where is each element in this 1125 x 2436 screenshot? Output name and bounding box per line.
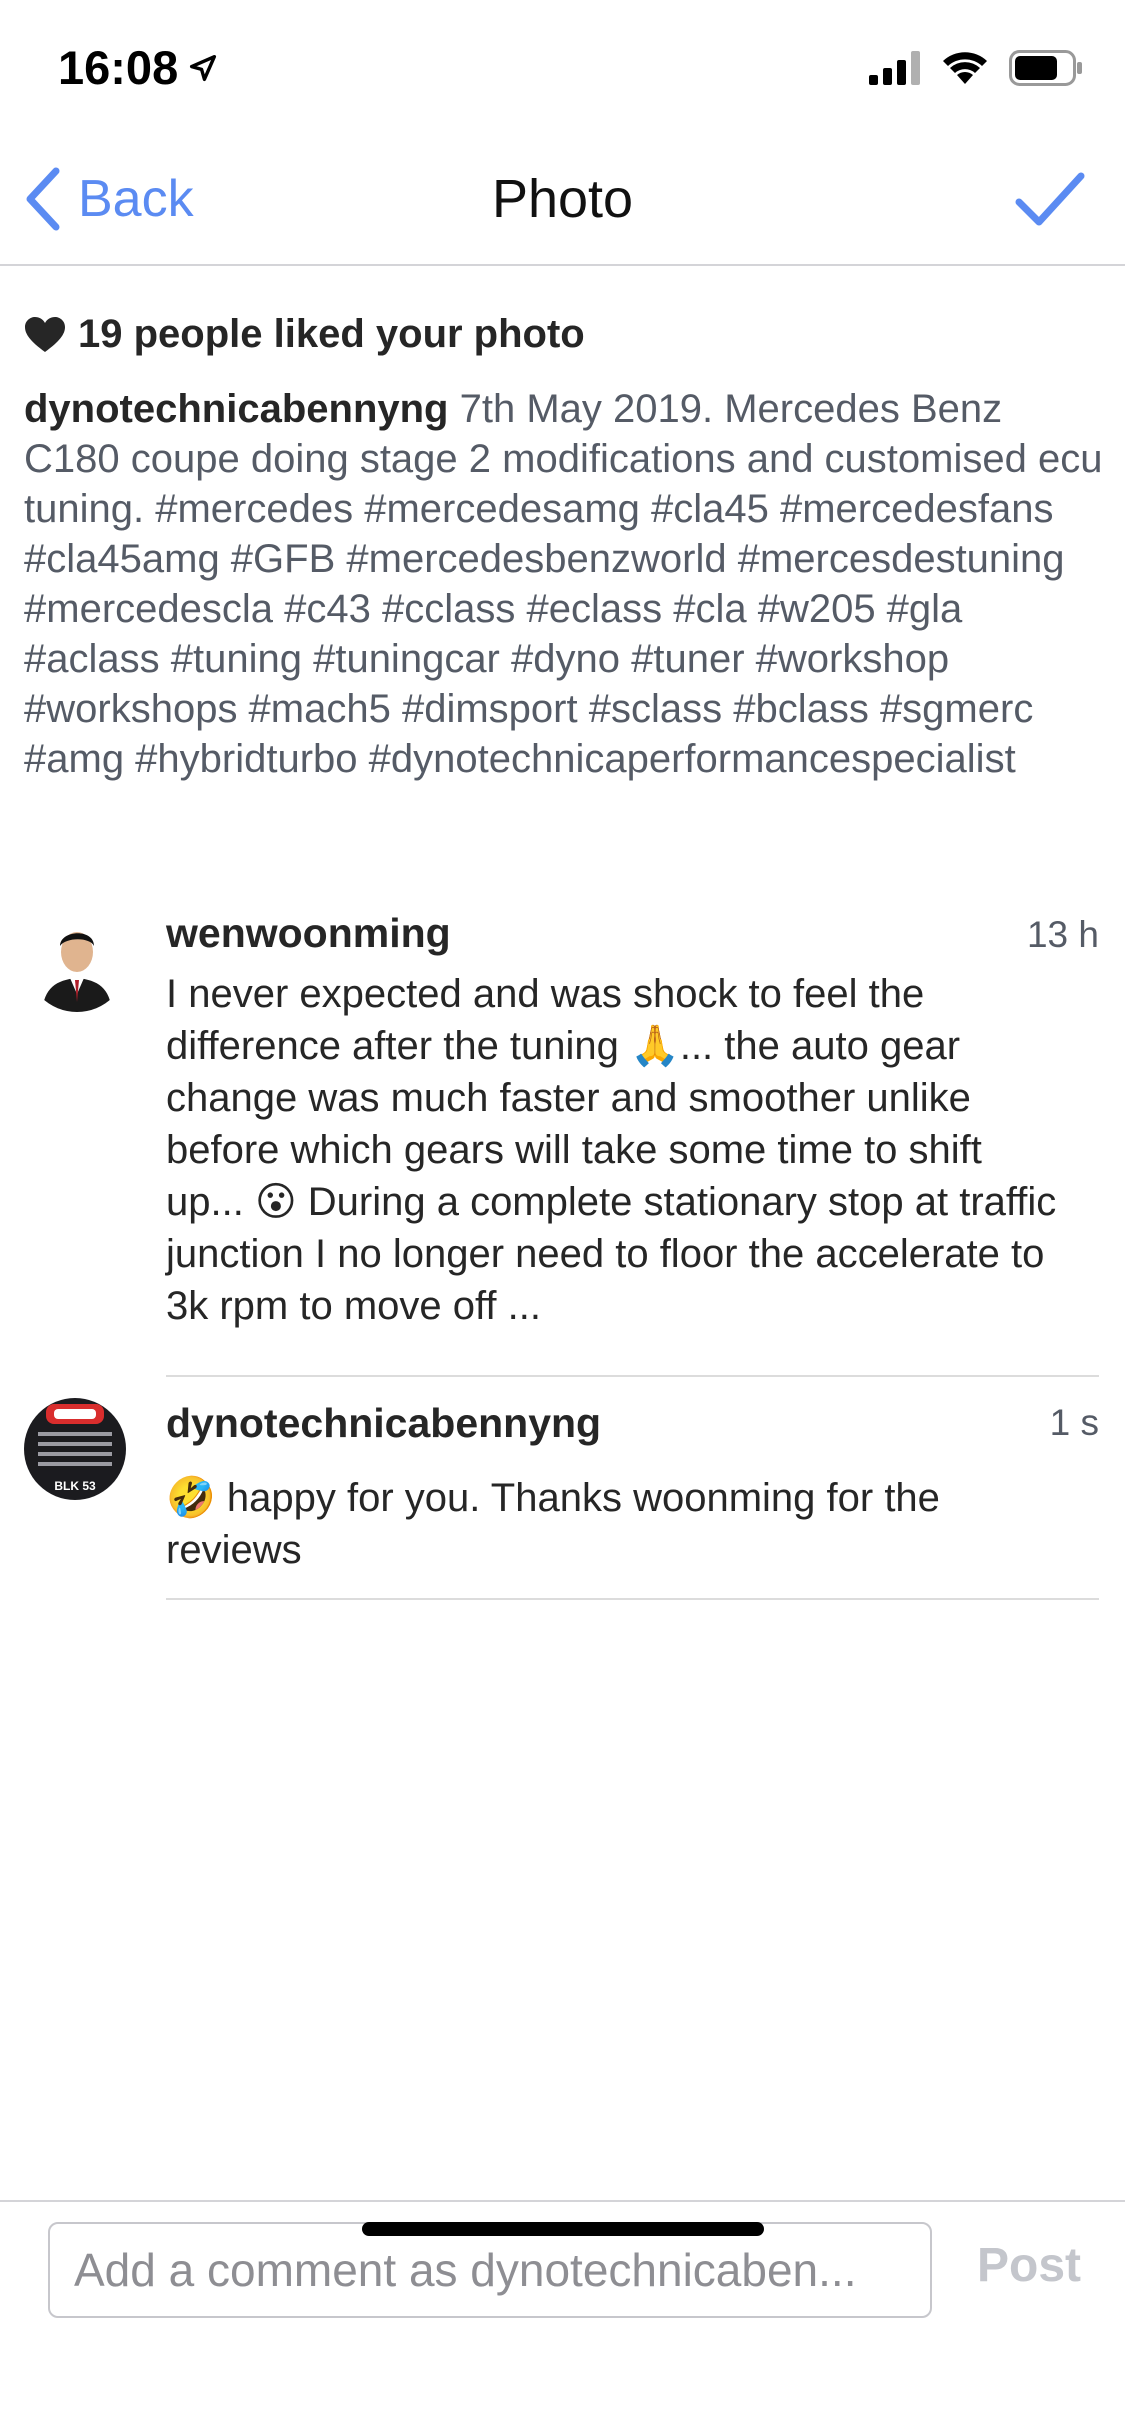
- comment-text: 🤣 happy for you. Thanks woonming for the…: [166, 1476, 940, 1572]
- comment-divider: [166, 1375, 1099, 1377]
- comment-timestamp: 1 s: [1049, 1402, 1099, 1443]
- profile-photo: BLK 53: [24, 1398, 126, 1500]
- storefront-sign-text: BLK 53: [54, 1479, 96, 1493]
- likes-text: 19 people liked your photo: [78, 312, 585, 356]
- status-bar: 16:08: [0, 0, 1125, 132]
- caption-username[interactable]: dynotechnicabennyng: [24, 387, 449, 431]
- comment-input[interactable]: [48, 2222, 932, 2318]
- comment-text: I never expected and was shock to feel t…: [166, 972, 1057, 1328]
- wifi-icon: [943, 52, 987, 84]
- caption-text: 7th May 2019. Mercedes Benz C180 coupe d…: [24, 387, 1103, 781]
- page-title: Photo: [491, 169, 634, 229]
- status-icons: [869, 50, 1083, 86]
- comment-divider: [166, 1598, 1099, 1600]
- done-button[interactable]: [1015, 170, 1085, 230]
- home-indicator[interactable]: [362, 2222, 764, 2236]
- comment-username[interactable]: wenwoonming: [166, 910, 451, 957]
- comment-username[interactable]: dynotechnicabennyng: [166, 1400, 601, 1447]
- photo-caption: dynotechnicabennyng 7th May 2019. Merced…: [24, 384, 1104, 784]
- checkmark-icon: [1015, 172, 1085, 226]
- signal-icon: [869, 51, 920, 85]
- comment-timestamp: 13 h: [1026, 914, 1099, 955]
- navigation-bar: Back Photo: [0, 132, 1125, 266]
- status-time: 16:08: [58, 40, 220, 95]
- location-arrow-icon: [190, 54, 217, 81]
- post-button[interactable]: Post: [977, 2238, 1081, 2293]
- clock-text: 16:08: [58, 41, 179, 94]
- battery-icon: [1009, 50, 1082, 86]
- avatar[interactable]: BLK 53: [24, 1398, 126, 1500]
- photo-comments-screen: 16:08 Back Photo 19 people liked your ph…: [0, 0, 1125, 2436]
- heart-icon: [25, 316, 65, 352]
- likes-summary[interactable]: 19 people liked your photo: [24, 312, 585, 357]
- avatar[interactable]: [26, 910, 128, 1012]
- profile-photo: [26, 910, 128, 1012]
